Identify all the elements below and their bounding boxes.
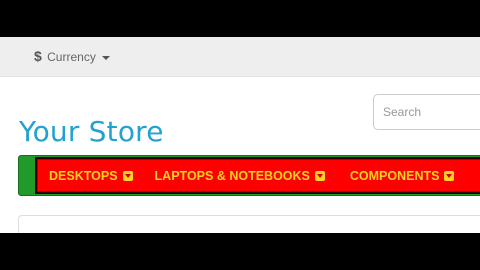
dropdown-icon: [444, 170, 455, 181]
top-bar: $ Currency: [0, 37, 480, 77]
main-menu: DESKTOPS LAPTOPS & NOTEBOOKS COMPONENTS: [18, 155, 480, 196]
menu-bar: DESKTOPS LAPTOPS & NOTEBOOKS COMPONENTS: [35, 157, 480, 194]
currency-symbol: $: [34, 48, 42, 64]
menu-item-label: LAPTOPS & NOTEBOOKS: [154, 168, 310, 183]
menu-item-laptops-notebooks[interactable]: LAPTOPS & NOTEBOOKS: [155, 169, 325, 183]
store-page: $ Currency Your Store DESKTOPS LAPTOPS &…: [0, 37, 480, 233]
menu-item-desktops[interactable]: DESKTOPS: [49, 169, 133, 183]
dropdown-icon: [314, 170, 325, 181]
store-logo[interactable]: Your Store: [19, 115, 164, 148]
dropdown-icon: [122, 170, 133, 181]
currency-dropdown[interactable]: $ Currency: [34, 48, 111, 64]
content-panel: [18, 215, 480, 233]
menu-item-components[interactable]: COMPONENTS: [350, 169, 455, 183]
menu-item-label: COMPONENTS: [349, 168, 440, 183]
search-input[interactable]: [373, 94, 480, 130]
menu-item-label: DESKTOPS: [49, 168, 118, 183]
currency-label: Currency: [47, 50, 96, 64]
caret-down-icon: [102, 55, 111, 60]
